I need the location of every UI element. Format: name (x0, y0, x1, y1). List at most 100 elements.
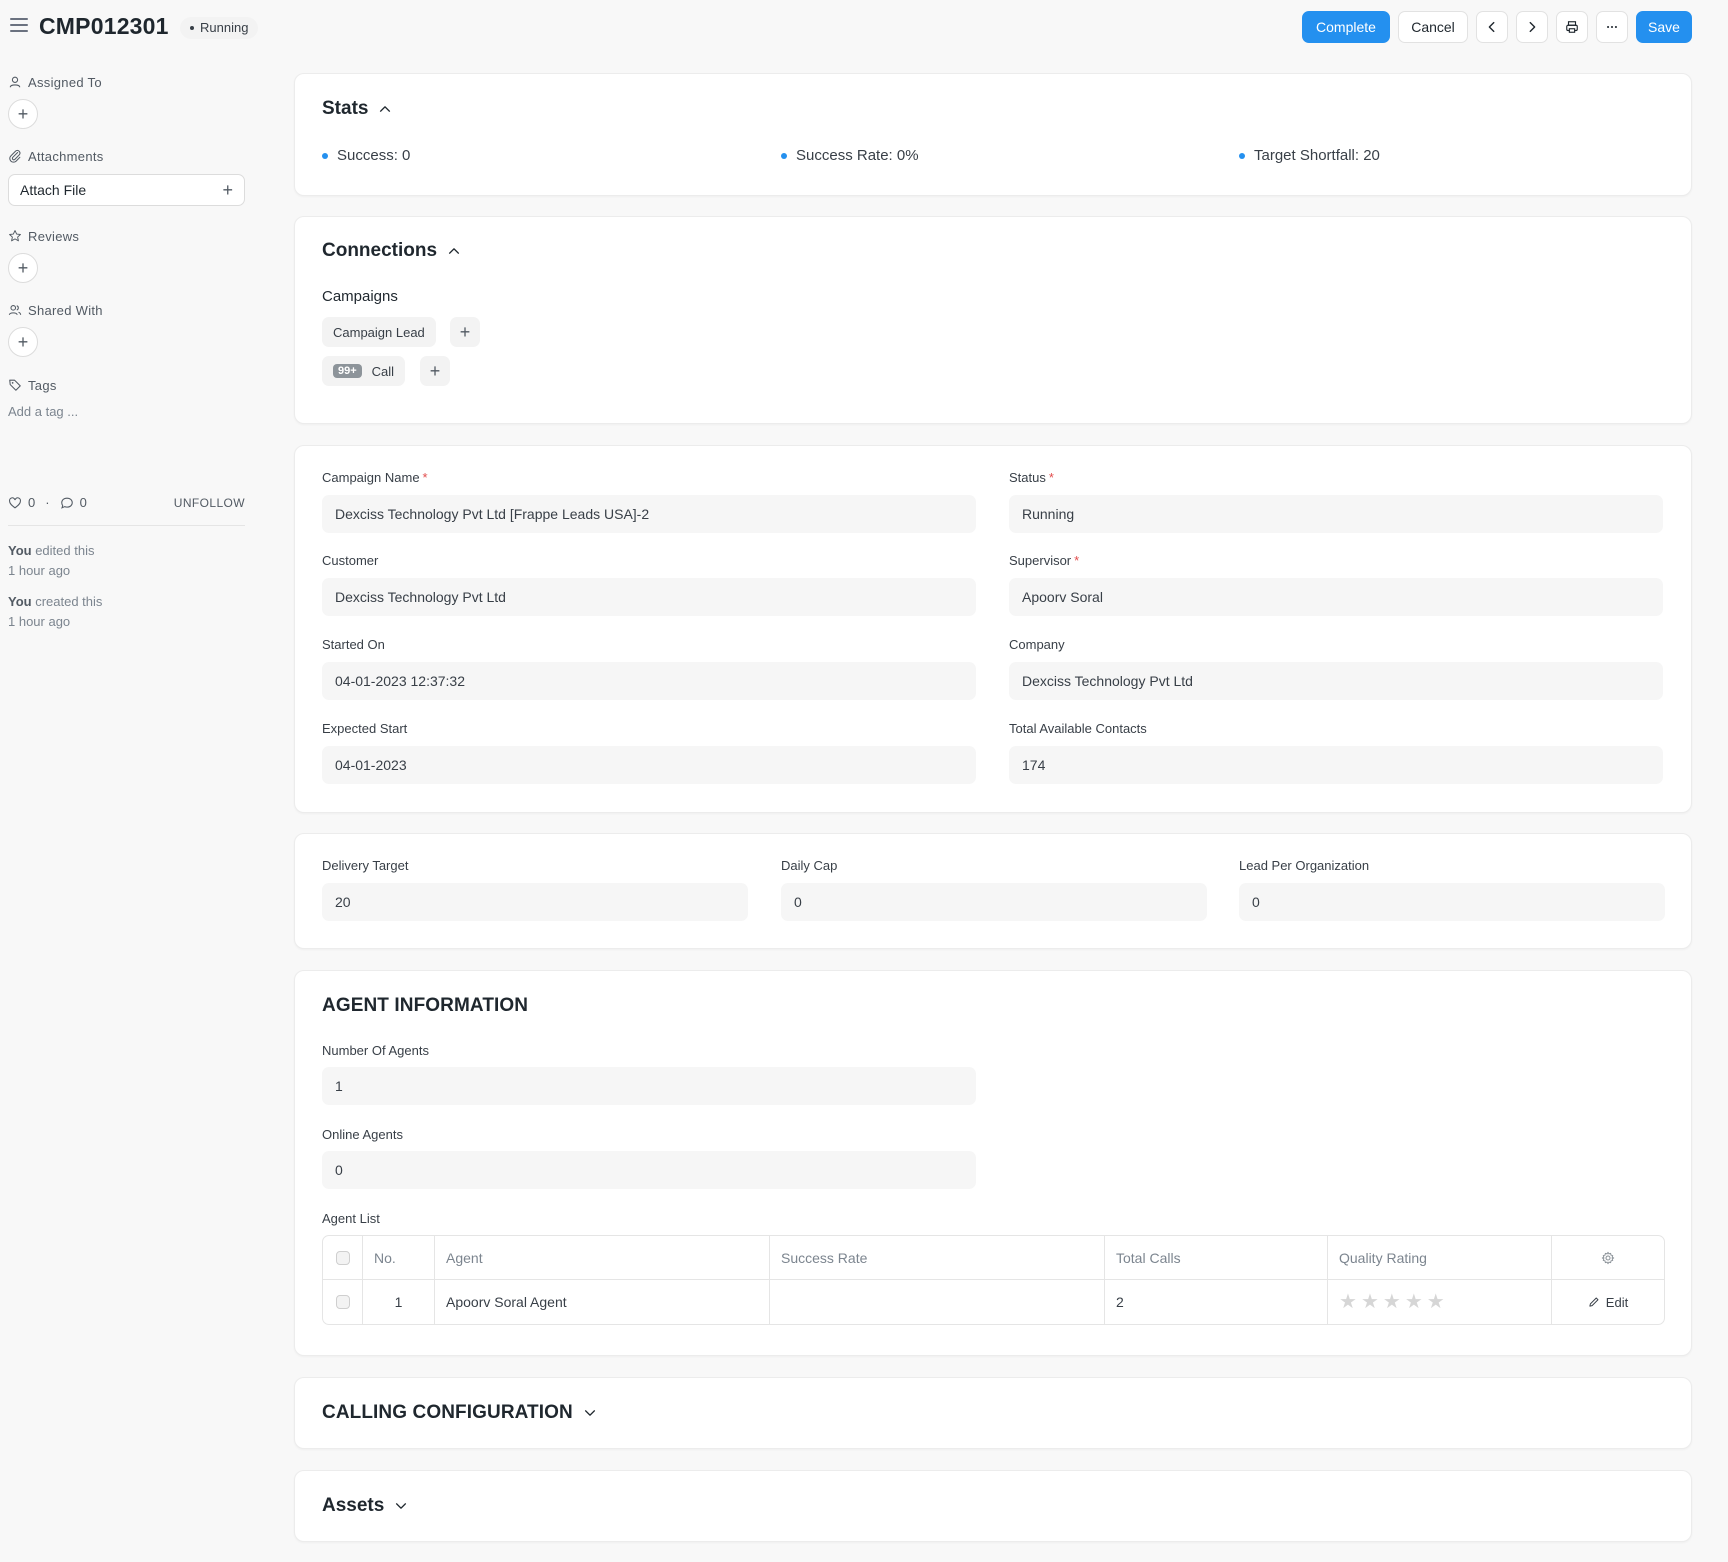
save-button[interactable]: Save (1636, 11, 1692, 43)
header-actions: Complete Cancel Save (1302, 11, 1692, 43)
assets-header[interactable]: Assets (322, 1495, 408, 1517)
campaign-lead-link[interactable]: Campaign Lead (322, 317, 436, 347)
lead-per-org-label: Lead Per Organization (1239, 858, 1370, 873)
company-field[interactable]: Dexciss Technology Pvt Ltd (1009, 662, 1663, 700)
unfollow-link[interactable]: UNFOLLOW (174, 496, 245, 510)
user-icon (9, 76, 21, 88)
more-icon (1607, 25, 1617, 29)
table-header-row: No. Agent Success Rate Total Calls Quali… (323, 1236, 1664, 1280)
row-no: 1 (363, 1280, 435, 1324)
call-link[interactable]: 99+ Call (322, 356, 406, 386)
attach-file-button[interactable]: Attach File + (8, 174, 245, 206)
social-bar: 0 · 0 UNFOLLOW (8, 495, 245, 510)
activity-item: You created this 1 hour ago (8, 594, 103, 629)
previous-doc-button[interactable] (1476, 11, 1508, 43)
pencil-icon (1589, 1297, 1599, 1307)
cancel-button[interactable]: Cancel (1398, 11, 1468, 43)
tag-icon (9, 379, 21, 391)
row-agent[interactable]: Apoorv Soral Agent (435, 1280, 770, 1324)
print-button[interactable] (1556, 11, 1588, 43)
connections-header[interactable]: Connections (322, 240, 461, 262)
stats-section: Stats Success: 0 Success Rate: 0% Target… (294, 73, 1692, 196)
star-icon[interactable]: ★ (1361, 1292, 1379, 1312)
started-on-label: Started On (322, 637, 385, 652)
chevron-left-icon (1488, 21, 1495, 33)
calling-configuration-header[interactable]: CALLING CONFIGURATION (322, 1402, 597, 1424)
stats-header[interactable]: Stats (322, 98, 392, 120)
row-quality-rating[interactable]: ★ ★ ★ ★ ★ (1328, 1280, 1552, 1324)
row-total-calls[interactable]: 2 (1105, 1280, 1328, 1324)
comments-count: 0 (79, 495, 87, 510)
row-success-rate[interactable] (770, 1280, 1105, 1324)
customer-field[interactable]: Dexciss Technology Pvt Ltd (322, 578, 976, 616)
menu-icon[interactable] (10, 18, 28, 34)
chevron-right-icon (1529, 21, 1536, 33)
page-title: CMP012301 (39, 13, 169, 39)
supervisor-label: Supervisor * (1009, 553, 1080, 568)
agent-information-section: AGENT INFORMATION Number Of Agents 1 Onl… (294, 970, 1692, 1356)
table-row[interactable]: 1 Apoorv Soral Agent 2 ★ ★ ★ ★ ★ Edit (323, 1280, 1664, 1324)
total-contacts-field[interactable]: 174 (1009, 746, 1663, 784)
daily-cap-field[interactable]: 0 (781, 883, 1207, 921)
stat-success-rate: Success Rate: 0% (781, 147, 919, 164)
add-assignee-button[interactable]: + (8, 99, 38, 129)
campaign-name-field[interactable]: Dexciss Technology Pvt Ltd [Frappe Leads… (322, 495, 976, 533)
count-badge: 99+ (333, 364, 362, 378)
number-of-agents-field[interactable]: 1 (322, 1067, 976, 1105)
delivery-target-field[interactable]: 20 (322, 883, 748, 921)
connections-section: Connections Campaigns Campaign Lead + 99… (294, 216, 1692, 424)
attachments-label: Attachments (8, 146, 244, 166)
calling-configuration-section: CALLING CONFIGURATION (294, 1377, 1692, 1449)
delivery-section: Delivery Target 20 Daily Cap 0 Lead Per … (294, 833, 1692, 949)
comment-icon[interactable] (60, 496, 74, 510)
row-checkbox[interactable] (335, 1295, 350, 1309)
star-icon[interactable]: ★ (1339, 1292, 1357, 1312)
edit-row-button[interactable]: Edit (1588, 1295, 1628, 1310)
more-actions-button[interactable] (1596, 11, 1628, 43)
add-call-button[interactable]: + (420, 356, 450, 386)
status-select[interactable]: Running (1009, 495, 1663, 533)
gear-icon[interactable] (1601, 1251, 1615, 1265)
company-label: Company (1009, 637, 1065, 652)
column-header-no: No. (363, 1236, 435, 1279)
activity-item: You edited this 1 hour ago (8, 543, 95, 578)
printer-icon (1566, 21, 1578, 33)
stat-success: Success: 0 (322, 147, 410, 164)
assets-section: Assets (294, 1470, 1692, 1542)
column-header-agent: Agent (435, 1236, 770, 1279)
supervisor-field[interactable]: Apoorv Soral (1009, 578, 1663, 616)
lead-per-org-field[interactable]: 0 (1239, 883, 1665, 921)
star-icon[interactable]: ★ (1383, 1292, 1401, 1312)
started-on-field[interactable]: 04-01-2023 12:37:32 (322, 662, 976, 700)
online-agents-field[interactable]: 0 (322, 1151, 976, 1189)
form-sidebar: Assigned To + Attachments Attach File + … (8, 70, 245, 632)
add-share-button[interactable]: + (8, 327, 38, 357)
connection-group-title: Campaigns (322, 288, 398, 305)
users-icon (8, 305, 22, 316)
total-contacts-label: Total Available Contacts (1009, 721, 1147, 736)
reviews-label: Reviews (8, 226, 244, 246)
add-review-button[interactable]: + (8, 253, 38, 283)
tags-label: Tags (8, 375, 244, 395)
star-icon[interactable]: ★ (1405, 1292, 1423, 1312)
online-agents-label: Online Agents (322, 1127, 403, 1142)
complete-button[interactable]: Complete (1302, 11, 1390, 43)
add-campaign-lead-button[interactable]: + (450, 317, 480, 347)
star-icon[interactable]: ★ (1427, 1292, 1445, 1312)
select-all-checkbox[interactable] (335, 1250, 350, 1265)
chevron-up-icon (448, 248, 460, 254)
agent-information-header: AGENT INFORMATION (322, 995, 529, 1016)
column-header-quality-rating: Quality Rating (1328, 1236, 1552, 1279)
separator-dot: · (45, 495, 50, 510)
likes-count: 0 (28, 495, 36, 510)
add-tag-link[interactable]: Add a tag ... (8, 404, 244, 419)
agent-list-table: No. Agent Success Rate Total Calls Quali… (322, 1235, 1665, 1325)
heart-icon[interactable] (8, 496, 22, 510)
daily-cap-label: Daily Cap (781, 858, 838, 873)
expected-start-field[interactable]: 04-01-2023 (322, 746, 976, 784)
expected-start-label: Expected Start (322, 721, 408, 736)
customer-label: Customer (322, 553, 379, 568)
sidebar-divider (8, 525, 245, 526)
rating-stars[interactable]: ★ ★ ★ ★ ★ (1339, 1292, 1445, 1312)
next-doc-button[interactable] (1516, 11, 1548, 43)
